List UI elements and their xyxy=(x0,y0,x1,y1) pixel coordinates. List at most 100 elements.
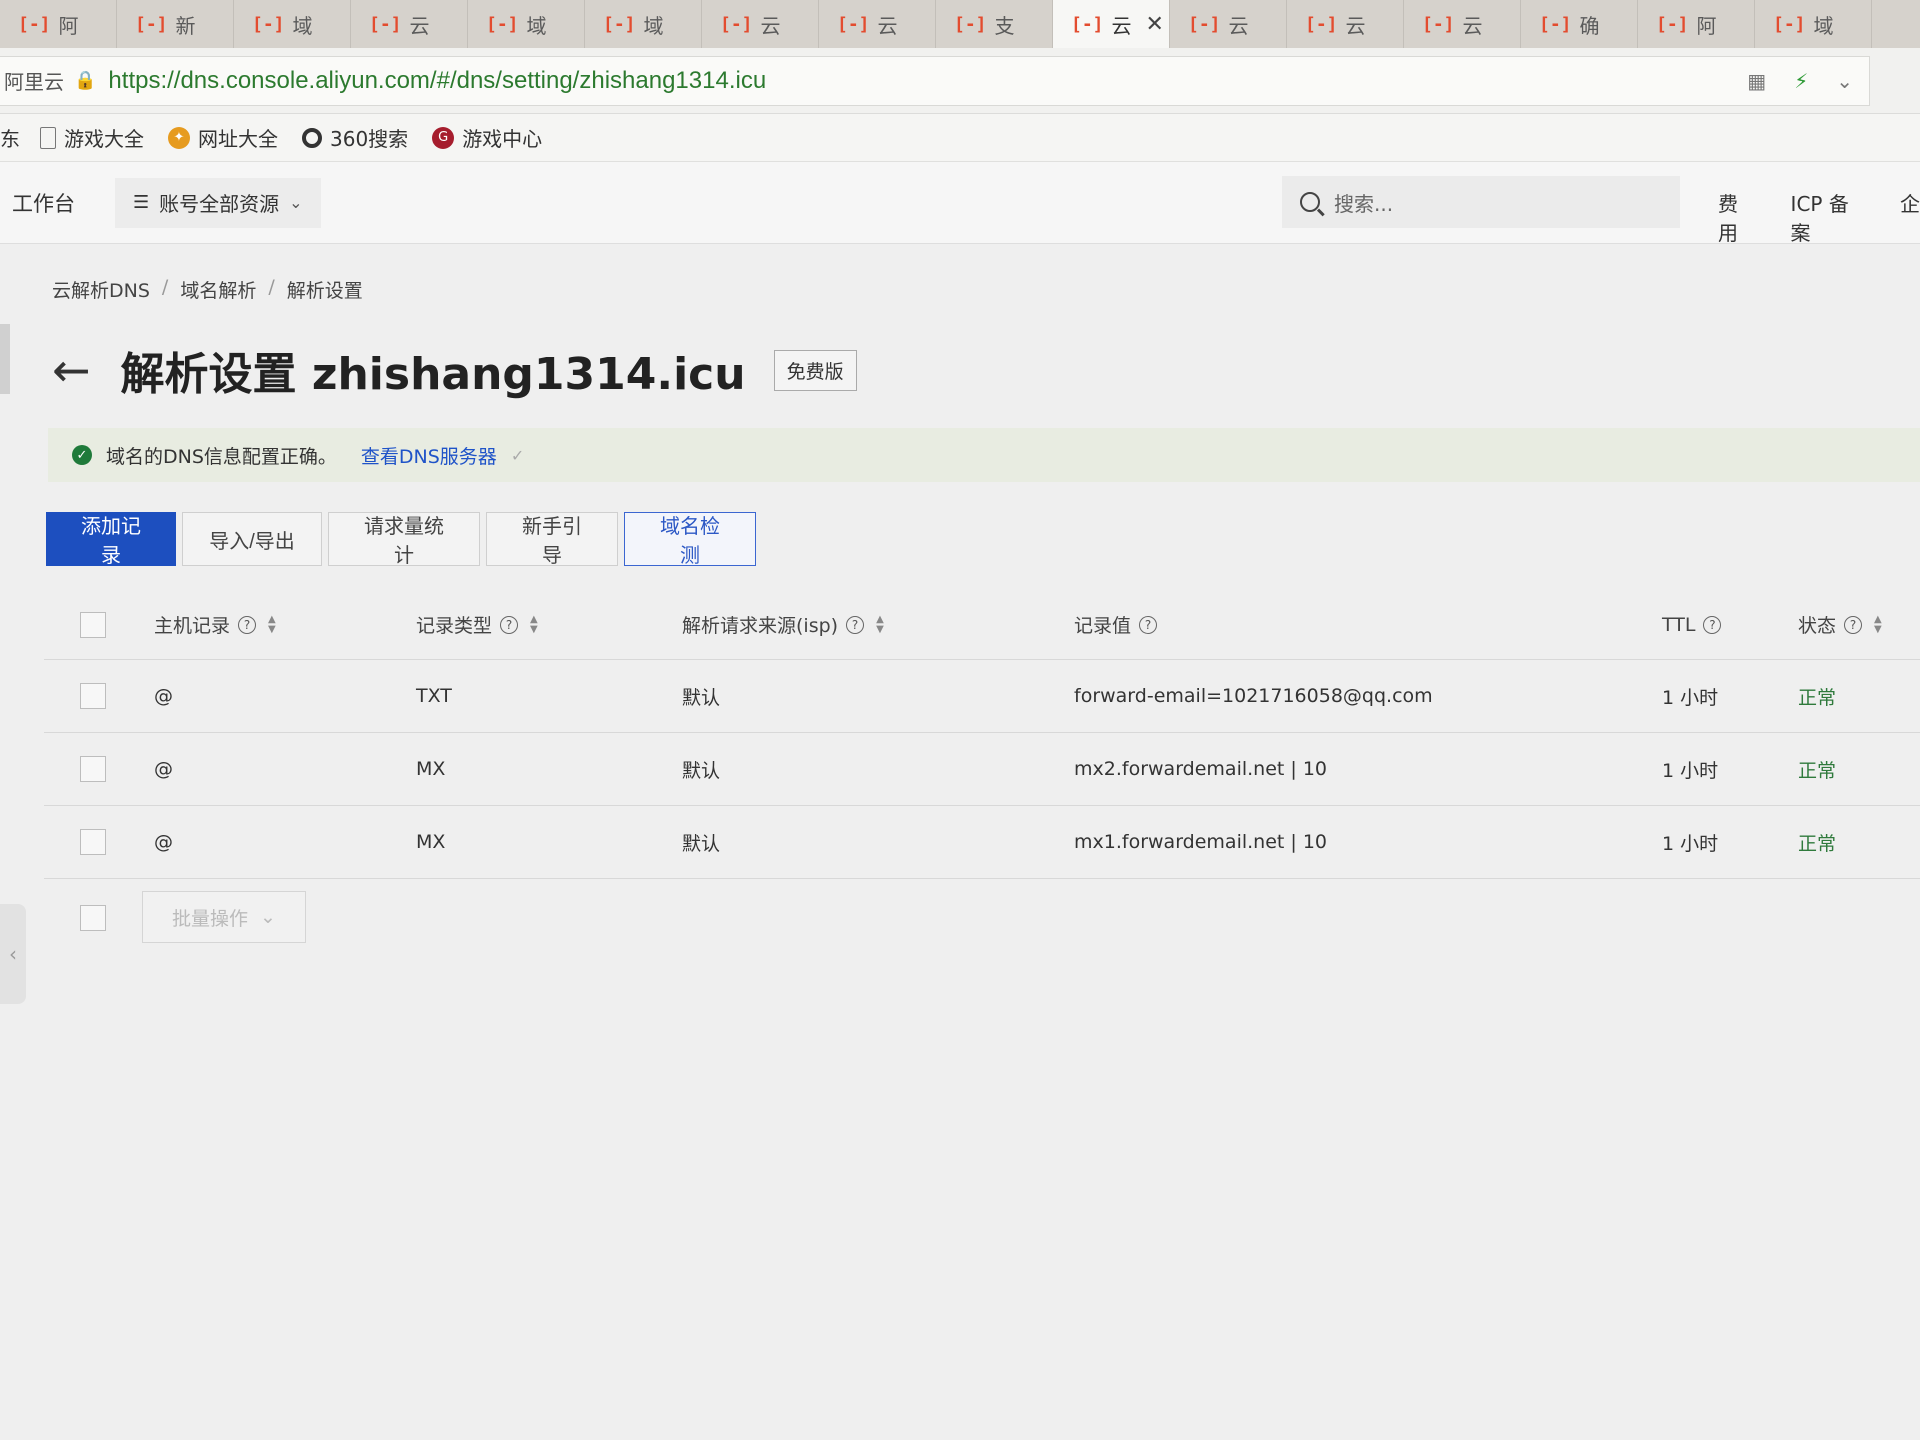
toolbar: 添加记录 导入/导出 请求量统计 新手引导 域名检测 xyxy=(46,512,756,567)
qr-code-icon[interactable]: ▦ xyxy=(1747,69,1766,93)
request-stats-button[interactable]: 请求量统计 xyxy=(328,512,480,567)
help-icon[interactable]: ? xyxy=(1139,615,1158,634)
help-icon[interactable]: ? xyxy=(846,615,865,634)
browser-tab[interactable]: [-] 云 xyxy=(351,0,468,48)
browser-tab[interactable]: [-] 域 xyxy=(468,0,585,48)
sidebar-edge xyxy=(0,324,10,394)
browser-tab-label: 云 xyxy=(760,13,781,38)
browser-tab[interactable]: [-] 阿 xyxy=(1638,0,1755,48)
header-link-billing[interactable]: 费用 xyxy=(1718,188,1757,246)
sort-icon[interactable]: ▲ ▼ xyxy=(1874,614,1882,635)
cell-status: 正常 xyxy=(1798,759,1837,782)
help-icon[interactable]: ? xyxy=(1703,615,1722,634)
browser-tab-label: 域 xyxy=(643,13,664,38)
browser-tab-label: 云 xyxy=(1228,13,1249,38)
browser-tab[interactable]: [-] 云 xyxy=(1404,0,1521,48)
url-text[interactable]: https://dns.console.aliyun.com/#/dns/set… xyxy=(108,67,766,95)
sort-icon[interactable]: ▲ ▼ xyxy=(876,614,884,635)
help-icon[interactable]: ? xyxy=(500,615,519,634)
browser-tab[interactable]: [-] 阿 xyxy=(0,0,117,48)
check-circle-icon: ✓ xyxy=(72,445,92,465)
bookmark-item[interactable]: 游戏大全 xyxy=(40,123,144,152)
aliyun-logo-icon: [-] xyxy=(1656,13,1689,35)
beginner-guide-button[interactable]: 新手引导 xyxy=(486,512,618,567)
chevron-down-icon[interactable]: ⌄ xyxy=(1836,69,1853,93)
aliyun-logo-icon: [-] xyxy=(18,13,51,35)
header-link-enterprise[interactable]: 企 xyxy=(1900,188,1920,246)
aliyun-logo-icon: [-] xyxy=(252,13,285,35)
url-field[interactable]: 阿里云 🔒 https://dns.console.aliyun.com/#/d… xyxy=(0,55,1870,106)
aliyun-logo-icon: [-] xyxy=(720,13,753,35)
bookmark-label: 360搜索 xyxy=(330,127,409,151)
resources-label: 账号全部资源 xyxy=(159,192,280,216)
browser-tab-label: 域 xyxy=(292,13,313,38)
cell-host: @ xyxy=(154,831,173,853)
browser-tab[interactable]: [-] 云 xyxy=(1170,0,1287,48)
resources-dropdown[interactable]: ☰ 账号全部资源 ⌄ xyxy=(115,177,321,228)
view-dns-servers-link[interactable]: 查看DNS服务器 xyxy=(361,442,497,469)
help-icon[interactable]: ? xyxy=(1844,615,1863,634)
bookmark-item[interactable]: 360搜索 xyxy=(302,123,408,152)
search-placeholder: 搜索... xyxy=(1334,191,1394,216)
cell-ttl: 1 小时 xyxy=(1662,686,1719,709)
breadcrumb-item[interactable]: 域名解析 xyxy=(180,276,256,303)
row-checkbox[interactable] xyxy=(80,829,106,855)
workbench-link[interactable]: 工作台 xyxy=(12,188,75,218)
browser-tab[interactable]: [-] 支 xyxy=(936,0,1053,48)
batch-operation-dropdown[interactable]: 批量操作 ⌄ xyxy=(142,891,306,943)
row-checkbox[interactable] xyxy=(80,756,106,782)
ring-icon xyxy=(302,127,322,148)
browser-tab-label: 云 xyxy=(1345,13,1366,38)
batch-select-checkbox[interactable] xyxy=(80,905,106,931)
sidebar-expand-handle[interactable]: ‹ xyxy=(0,904,26,1004)
sort-icon[interactable]: ▲ ▼ xyxy=(268,614,276,635)
back-arrow-icon[interactable]: ← xyxy=(52,347,91,393)
domain-check-button[interactable]: 域名检测 xyxy=(624,512,756,567)
breadcrumb-separator: / xyxy=(268,276,275,298)
select-all-checkbox[interactable] xyxy=(80,611,106,638)
aliyun-logo-icon: [-] xyxy=(954,13,987,35)
bolt-icon[interactable]: ⚡ xyxy=(1794,69,1808,93)
browser-tab[interactable]: [-] 新 xyxy=(117,0,234,48)
browser-tab-label: 域 xyxy=(526,13,547,38)
table-header: 主机记录 ? ▲ ▼ 记录类型 ? ▲ ▼ 解析请求来源(isp) ? ▲ ▼ 记录值… xyxy=(44,590,1920,660)
browser-tab-label: 阿 xyxy=(1696,13,1717,38)
search-input[interactable]: 搜索... xyxy=(1282,176,1680,228)
dns-status-notice: ✓ 域名的DNS信息配置正确。 查看DNS服务器 ✓ xyxy=(48,428,1920,482)
browser-tab[interactable]: [-] 云 ✕ xyxy=(1053,0,1170,48)
close-icon[interactable]: ✕ xyxy=(1146,12,1164,37)
bookmark-item[interactable]: G 游戏中心 xyxy=(432,123,542,152)
import-export-button[interactable]: 导入/导出 xyxy=(182,512,322,566)
help-icon[interactable]: ? xyxy=(238,615,257,634)
cell-value: mx2.forwardemail.net | 10 xyxy=(1074,758,1328,780)
browser-tab[interactable]: [-] 云 xyxy=(1287,0,1404,48)
browser-tab[interactable]: [-] 云 xyxy=(819,0,936,48)
row-checkbox[interactable] xyxy=(80,683,106,709)
aliyun-logo-icon: [-] xyxy=(603,13,636,35)
cell-ttl: 1 小时 xyxy=(1662,759,1719,782)
browser-tab[interactable]: [-] 云 xyxy=(702,0,819,48)
column-isp: 解析请求来源(isp) xyxy=(682,615,839,637)
search-icon xyxy=(1300,192,1320,212)
browser-tab[interactable]: [-] 确 xyxy=(1521,0,1638,48)
chevron-down-icon: ⌄ xyxy=(289,193,303,212)
aliyun-logo-icon: [-] xyxy=(135,13,168,35)
batch-actions-row: 批量操作 ⌄ xyxy=(44,879,1920,959)
add-record-button[interactable]: 添加记录 xyxy=(46,512,176,567)
bookmark-item[interactable]: ✦ 网址大全 xyxy=(168,123,278,152)
browser-tab[interactable]: [-] 域 xyxy=(234,0,351,48)
breadcrumb-item[interactable]: 云解析DNS xyxy=(52,276,150,303)
batch-label: 批量操作 xyxy=(172,907,249,930)
address-bar-actions: ▦ ⚡ ⌄ xyxy=(1747,69,1853,93)
cell-host: @ xyxy=(154,685,173,707)
browser-tab[interactable]: [-] 域 xyxy=(1755,0,1872,48)
sort-icon[interactable]: ▲ ▼ xyxy=(530,614,538,635)
chevron-left-icon: ‹ xyxy=(9,942,17,966)
header-link-icp[interactable]: ICP 备案 xyxy=(1791,188,1866,246)
cell-status: 正常 xyxy=(1798,832,1837,855)
browser-tab[interactable]: [-] 域 xyxy=(585,0,702,48)
notice-text: 域名的DNS信息配置正确。 xyxy=(106,445,337,468)
bookmark-item[interactable]: 东 xyxy=(0,123,20,152)
aliyun-logo-icon: [-] xyxy=(1071,13,1104,35)
column-status: 状态 xyxy=(1798,615,1837,637)
